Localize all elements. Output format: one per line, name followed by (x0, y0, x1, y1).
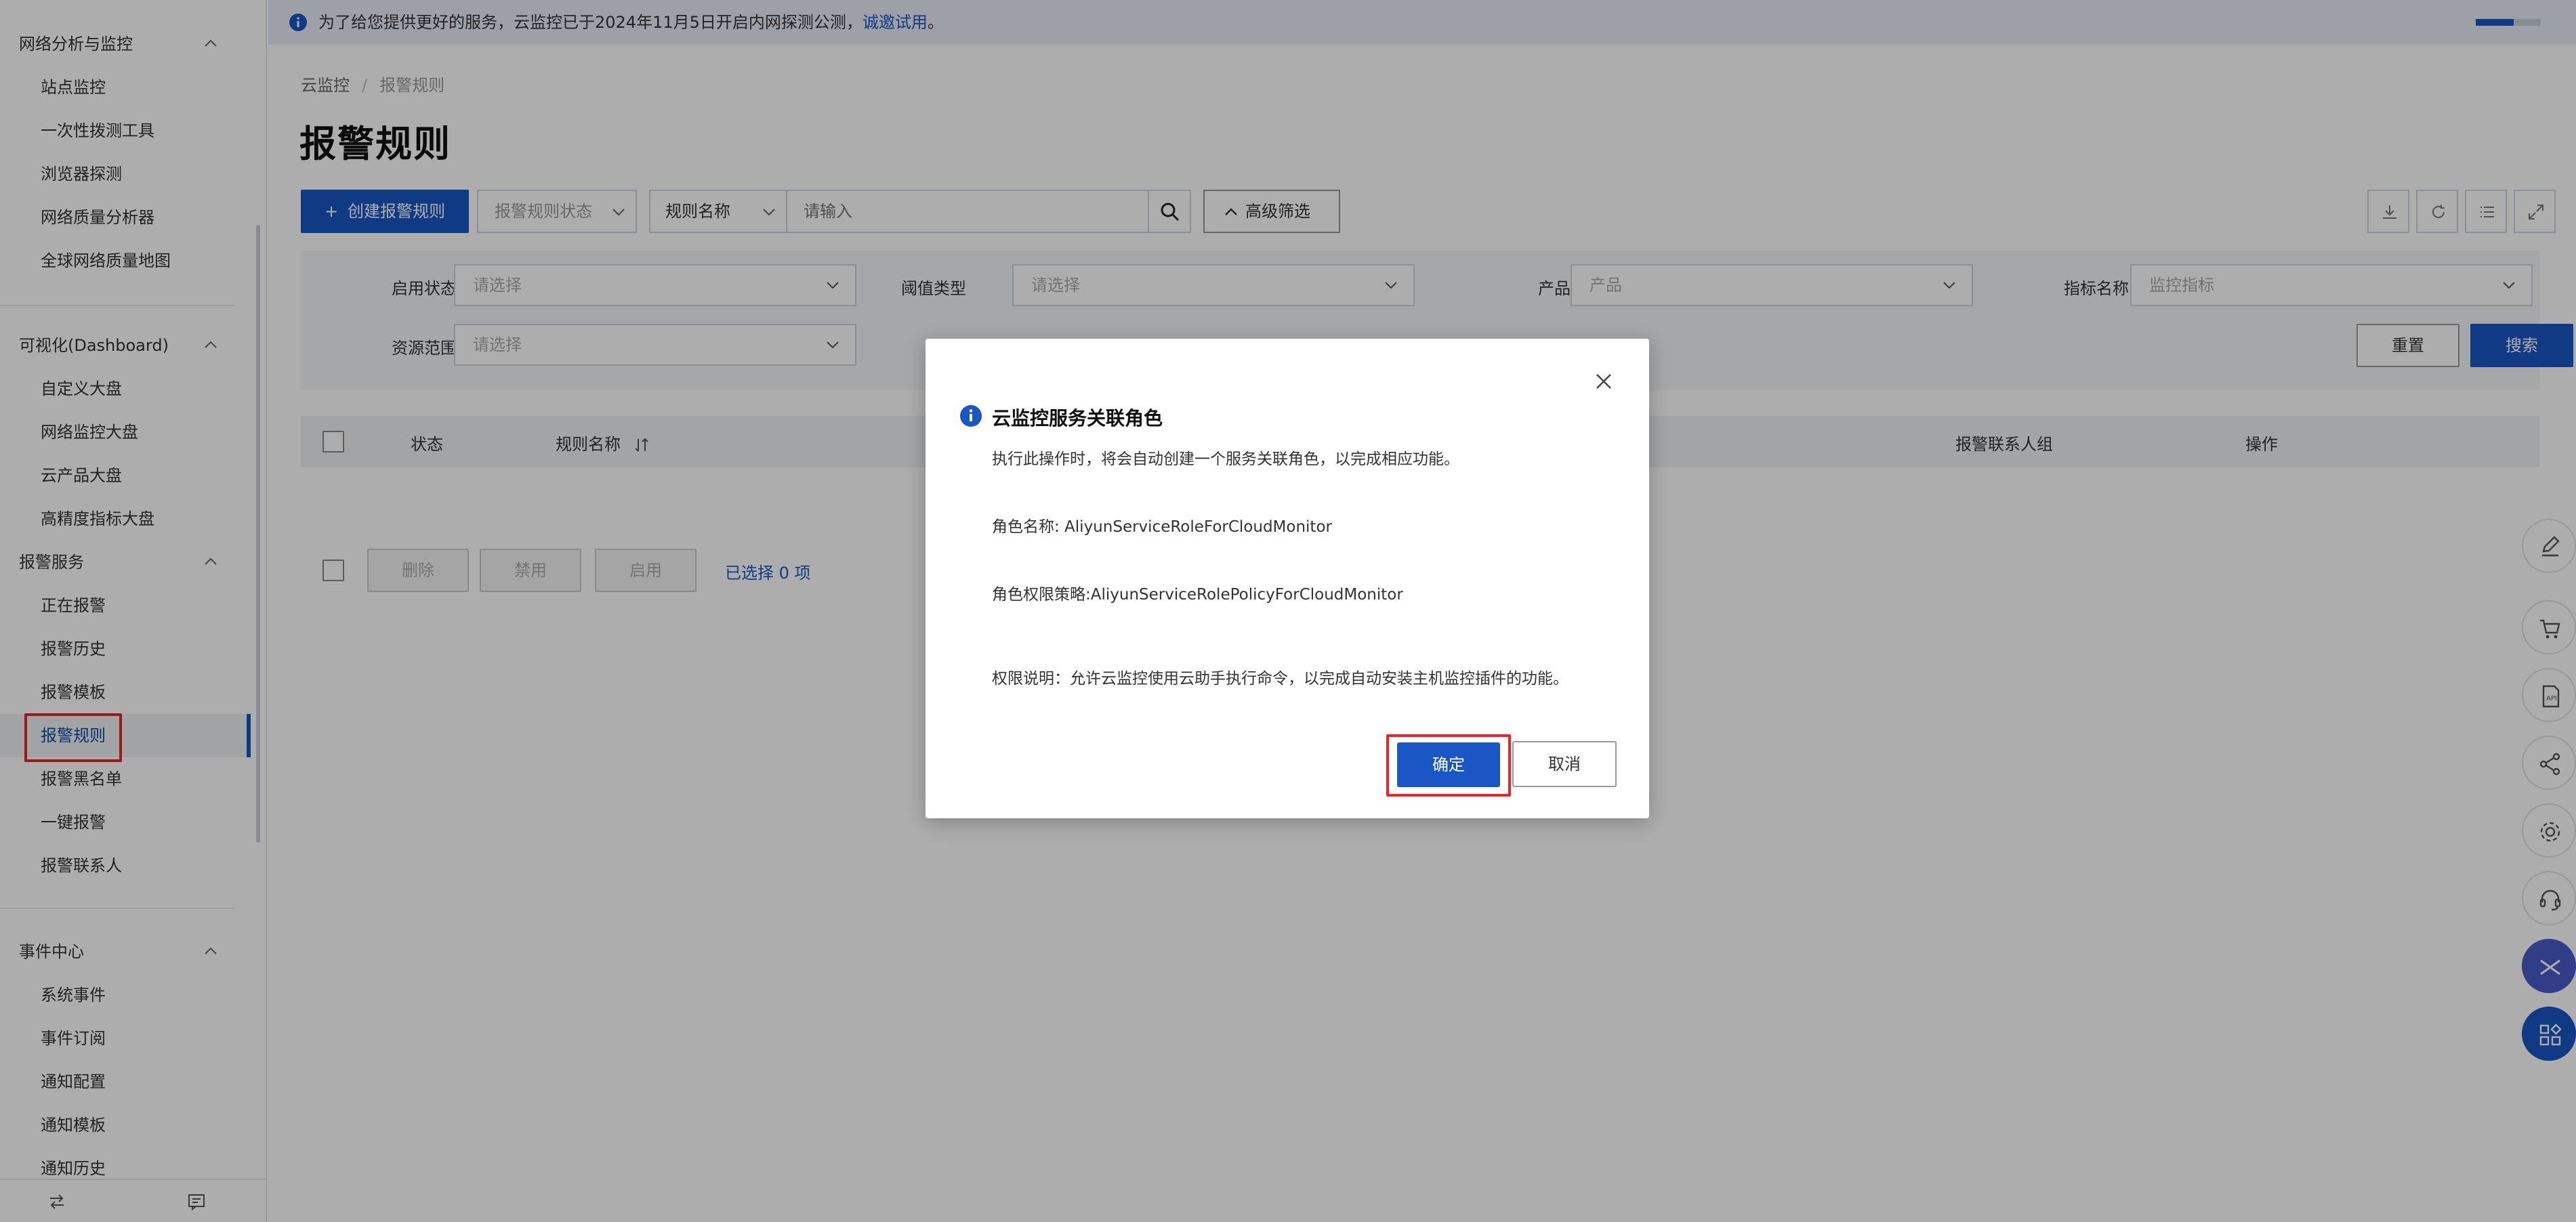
role-policy-text: 角色权限策略:AliyunServiceRolePolicyForCloudMo… (992, 586, 1403, 604)
confirm-button[interactable]: 确定 (1397, 742, 1500, 787)
permission-note-text: 权限说明：允许云监控使用云助手执行命令，以完成自动安装主机监控插件的功能。 (992, 670, 1569, 688)
cancel-button[interactable]: 取消 (1512, 741, 1617, 787)
dialog-title: 云监控服务关联角色 (992, 407, 1163, 429)
close-icon[interactable] (1594, 371, 1614, 392)
role-name-text: 角色名称: AliyunServiceRoleForCloudMonitor (992, 518, 1332, 536)
service-role-dialog: 云监控服务关联角色 执行此操作时，将会自动创建一个服务关联角色，以完成相应功能。… (926, 339, 1649, 818)
info-icon (960, 405, 982, 427)
dialog-description: 执行此操作时，将会自动创建一个服务关联角色，以完成相应功能。 (992, 450, 1459, 468)
